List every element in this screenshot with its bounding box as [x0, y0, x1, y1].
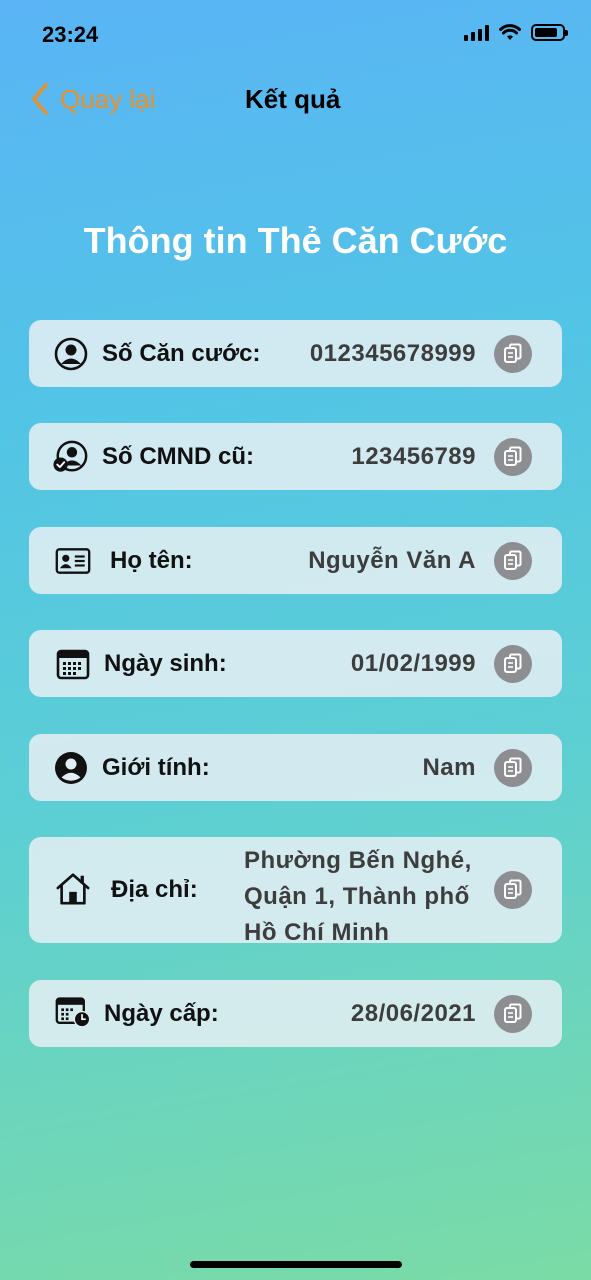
- copy-icon: [504, 757, 522, 777]
- field-label: Ngày cấp:: [104, 1000, 219, 1027]
- copy-icon: [504, 446, 522, 466]
- copy-button[interactable]: [494, 335, 532, 373]
- field-label: Số Căn cước:: [102, 340, 261, 367]
- status-time: 23:24: [42, 22, 99, 47]
- field-label: Số CMND cũ:: [102, 443, 254, 470]
- field-value: Nguyễn Văn A: [308, 547, 476, 574]
- cellular-signal-icon: [464, 24, 489, 41]
- battery-icon: [531, 24, 568, 41]
- nav-bar: Quay lại Kết quả: [0, 78, 591, 124]
- copy-icon: [504, 343, 522, 363]
- field-value: 123456789: [351, 443, 476, 470]
- house-icon: [55, 871, 91, 907]
- copy-icon: [504, 879, 522, 899]
- calendar-clock-icon: [55, 994, 91, 1030]
- field-card-dia-chi: Địa chỉ: Phường Bến Nghé, Quận 1, Thành …: [29, 837, 562, 946]
- field-card-ho-ten: Họ tên: Nguyễn Văn A: [29, 527, 562, 594]
- copy-button[interactable]: [494, 645, 532, 683]
- calendar-icon: [55, 646, 91, 682]
- field-value: 01/02/1999: [350, 650, 476, 677]
- status-icons: [464, 24, 568, 41]
- home-indicator[interactable]: [190, 1261, 402, 1268]
- page-title: Thông tin Thẻ Căn Cước: [83, 220, 508, 261]
- field-card-so-cmnd-cu: Số CMND cũ: 123456789: [29, 423, 562, 490]
- id-card-icon: [55, 543, 91, 579]
- field-card-so-can-cuoc: Số Căn cước: 012345678999: [29, 320, 562, 387]
- copy-button[interactable]: [494, 871, 532, 909]
- copy-icon: [504, 550, 522, 570]
- field-card-ngay-cap: Ngày cấp: 28/06/2021: [29, 980, 562, 1047]
- wifi-icon: [499, 24, 521, 40]
- status-bar: 23:24: [0, 0, 591, 70]
- field-label: Giới tính:: [102, 754, 210, 781]
- person-circle-icon: [53, 336, 89, 372]
- field-value: 012345678999: [309, 340, 476, 367]
- chevron-left-icon: [32, 83, 48, 115]
- copy-button[interactable]: [494, 749, 532, 787]
- copy-button[interactable]: [494, 438, 532, 476]
- field-card-gioi-tinh: Giới tính: Nam: [29, 734, 562, 801]
- field-label: Địa chỉ:: [111, 876, 198, 903]
- field-card-ngay-sinh: Ngày sinh: 01/02/1999: [29, 630, 562, 697]
- copy-icon: [504, 653, 522, 673]
- back-button[interactable]: Quay lại: [30, 82, 155, 116]
- copy-button[interactable]: [494, 995, 532, 1033]
- field-value: Nam: [422, 754, 476, 781]
- field-value: Phường Bến Nghé, Quận 1, Thành phố Hồ Ch…: [244, 847, 472, 946]
- field-value: 28/06/2021: [350, 1000, 476, 1027]
- nav-title: Kết quả: [245, 84, 341, 114]
- person-fill-icon: [53, 750, 89, 786]
- back-label: Quay lại: [60, 83, 156, 114]
- copy-button[interactable]: [494, 542, 532, 580]
- copy-icon: [504, 1003, 522, 1023]
- person-check-icon: [53, 439, 89, 475]
- field-label: Ngày sinh:: [104, 650, 227, 677]
- field-label: Họ tên:: [110, 547, 193, 574]
